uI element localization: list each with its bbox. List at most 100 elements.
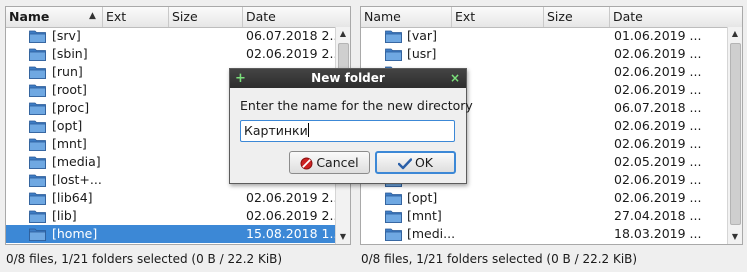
folder-icon [29, 30, 46, 43]
file-row[interactable]: [srv] 06.07.2018 2... [6, 27, 338, 45]
ok-button[interactable]: OK [375, 151, 456, 174]
folder-icon [29, 210, 46, 223]
file-name: [root] [52, 82, 87, 97]
folder-icon [385, 210, 402, 223]
folder-icon [29, 156, 46, 169]
file-row[interactable]: [usr] 02.06.2019 ... [361, 45, 728, 63]
column-date-header[interactable]: Date [243, 7, 350, 27]
right-column-header: Name Ext Size Date [361, 7, 742, 28]
folder-icon [29, 48, 46, 61]
right-status-text: 0/8 files, 1/21 folders selected (0 B / … [361, 252, 638, 266]
file-row[interactable]: [lib] 02.06.2019 2... [6, 207, 338, 225]
file-row[interactable]: [var] 01.06.2019 ... [361, 27, 728, 45]
folder-icon [29, 102, 46, 115]
file-row[interactable]: [lib64] 02.06.2019 2... [6, 189, 338, 207]
file-date: 27.04.2018 ... [614, 208, 702, 223]
column-size-header[interactable]: Size [544, 7, 610, 27]
file-name: [media] [52, 154, 101, 169]
column-name-header[interactable]: Name [361, 7, 452, 27]
folder-icon [29, 66, 46, 79]
file-date: 02.05.2019 ... [614, 154, 702, 169]
column-date-header[interactable]: Date [610, 7, 730, 27]
column-name-label: Name [364, 9, 401, 24]
dialog-title-bar[interactable]: + New folder × [230, 69, 466, 88]
column-size-header[interactable]: Size [169, 7, 243, 27]
file-date: 02.06.2019 ... [614, 82, 702, 97]
file-date: 18.03.2019 ... [614, 226, 702, 241]
column-ext-label: Ext [106, 9, 127, 24]
file-name: [opt] [407, 190, 438, 205]
checkmark-icon [397, 157, 412, 169]
file-date: 02.06.2019 ... [614, 118, 702, 133]
text-caret [307, 123, 309, 137]
folder-icon [385, 192, 402, 205]
folder-icon [29, 228, 46, 241]
scroll-up-arrow-icon[interactable]: ▲ [336, 27, 350, 41]
folder-icon [385, 48, 402, 61]
scroll-down-arrow-icon[interactable]: ▼ [728, 230, 742, 244]
file-date: 01.06.2019 ... [614, 28, 702, 43]
column-name-label: Name [9, 9, 50, 24]
close-icon[interactable]: × [450, 69, 460, 88]
cancel-label: Cancel [316, 155, 359, 170]
file-date: 02.06.2019 2... [246, 208, 338, 223]
file-name: [srv] [52, 28, 81, 43]
folder-name-input[interactable]: Картинки [240, 120, 455, 142]
file-date: 02.06.2019 ... [614, 46, 702, 61]
ok-label: OK [414, 155, 434, 170]
file-name: [home] [52, 226, 98, 241]
dialog-prompt: Enter the name for the new directory [240, 98, 473, 113]
column-size-label: Size [547, 9, 573, 24]
sort-ascending-icon: ▲ [89, 11, 96, 21]
file-date: 15.08.2018 1... [246, 226, 338, 241]
file-row[interactable]: [mnt] 27.04.2018 ... [361, 207, 728, 225]
file-date: 06.07.2018 ... [614, 100, 702, 115]
cancel-icon [300, 157, 313, 170]
file-date: 02.06.2019 2... [246, 46, 338, 61]
file-row[interactable]: [medi... 18.03.2019 ... [361, 225, 728, 243]
file-date: 02.06.2019 ... [614, 136, 702, 151]
cancel-button[interactable]: Cancel [289, 151, 370, 174]
dialog-title: New folder [311, 71, 385, 85]
column-size-label: Size [172, 9, 198, 24]
column-date-label: Date [246, 9, 276, 24]
file-date: 06.07.2018 2... [246, 28, 338, 43]
pin-icon[interactable]: + [235, 69, 246, 88]
new-folder-dialog: + New folder × Enter the name for the ne… [229, 68, 473, 184]
file-date: 02.06.2019 ... [614, 64, 702, 79]
file-date: 02.06.2019 ... [614, 172, 702, 187]
right-scrollbar[interactable]: ▲ ▼ [727, 27, 742, 244]
left-status-text: 0/8 files, 1/21 folders selected (0 B / … [6, 252, 283, 266]
column-date-label: Date [613, 9, 643, 24]
file-row[interactable]: [opt] 02.06.2019 ... [361, 189, 728, 207]
file-name: [opt] [52, 118, 83, 133]
column-ext-header[interactable]: Ext [452, 7, 544, 27]
file-row[interactable]: [sbin] 02.06.2019 2... [6, 45, 338, 63]
file-name: [lib] [52, 208, 77, 223]
file-name: [lost+... [52, 172, 102, 187]
scrollbar-thumb[interactable] [730, 43, 741, 225]
file-name: [mnt] [407, 208, 442, 223]
folder-name-value: Картинки [244, 123, 308, 138]
folder-icon [29, 174, 46, 187]
folder-icon [29, 138, 46, 151]
folder-icon [385, 228, 402, 241]
folder-icon [29, 192, 46, 205]
left-column-header: Name ▲ Ext Size Date [6, 7, 350, 28]
file-row[interactable]: [home] 15.08.2018 1... [6, 225, 338, 243]
folder-icon [29, 120, 46, 133]
column-ext-header[interactable]: Ext [103, 7, 169, 27]
file-name: [proc] [52, 100, 90, 115]
folder-icon [385, 30, 402, 43]
file-date: 02.06.2019 2... [246, 190, 338, 205]
scroll-up-arrow-icon[interactable]: ▲ [728, 27, 742, 41]
file-date: 02.06.2019 ... [614, 190, 702, 205]
file-name: [lib64] [52, 190, 93, 205]
file-name: [mnt] [52, 136, 87, 151]
scroll-down-arrow-icon[interactable]: ▼ [336, 230, 350, 244]
file-name: [usr] [407, 46, 437, 61]
file-name: [run] [52, 64, 83, 79]
column-ext-label: Ext [455, 9, 476, 24]
folder-icon [29, 84, 46, 97]
file-name: [var] [407, 28, 437, 43]
